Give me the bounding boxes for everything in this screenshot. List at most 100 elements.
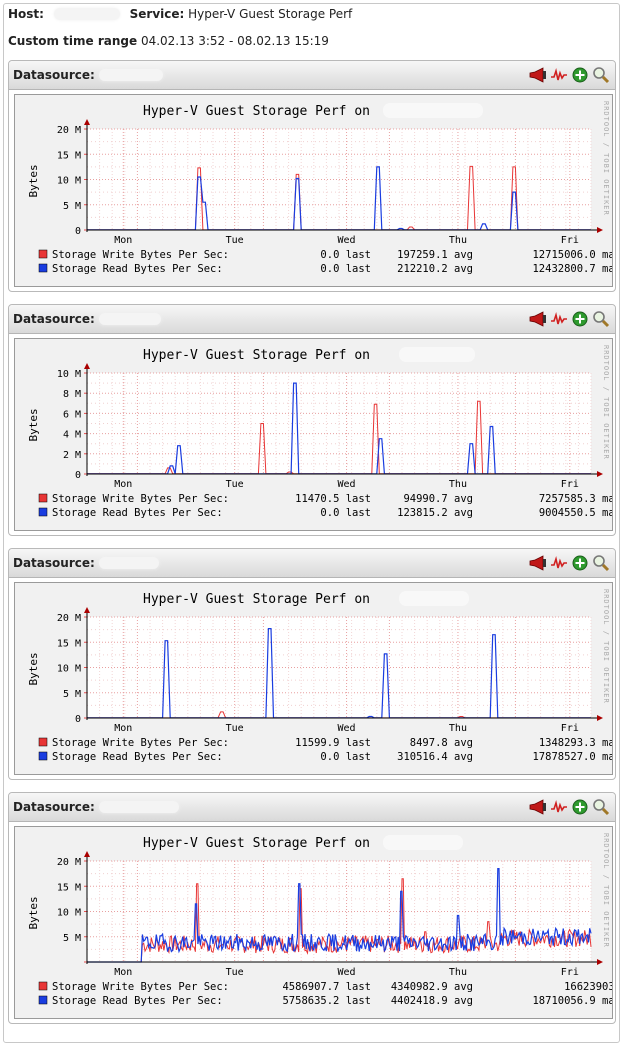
zoom-icon[interactable]: [592, 310, 610, 328]
legend-max: 12432800.7 max: [532, 263, 612, 275]
legend-label: Storage Read Bytes Per Sec:: [52, 751, 223, 763]
graph-title: Hyper-V Guest Storage Perf on: [143, 836, 370, 851]
host-name-redacted: [399, 591, 469, 606]
legend-avg: 4402418.9 avg: [391, 995, 473, 1007]
legend-label: Storage Write Bytes Per Sec:: [52, 493, 229, 505]
x-day-label: Fri: [561, 967, 579, 978]
graph-title: Hyper-V Guest Storage Perf on: [143, 104, 370, 119]
add-icon[interactable]: [571, 798, 589, 816]
legend-max: 9004550.5 max: [539, 507, 612, 519]
graph-line-icon[interactable]: [550, 310, 568, 328]
y-axis-label: Bytes: [27, 408, 40, 441]
datasource-panel: Datasource: Hyper-V Guest Storage Perf on…: [8, 548, 616, 780]
zoom-icon[interactable]: [592, 66, 610, 84]
x-day-label: Mon: [114, 723, 132, 734]
add-icon[interactable]: [571, 66, 589, 84]
legend-label: Storage Write Bytes Per Sec:: [52, 249, 229, 261]
panel-actions: [529, 554, 610, 572]
x-day-label: Tue: [226, 967, 244, 978]
alert-horn-icon[interactable]: [529, 310, 547, 328]
legend-last: 0.0 last: [320, 507, 371, 519]
service-value: Hyper-V Guest Storage Perf: [188, 7, 353, 21]
host-value-redacted: [53, 8, 120, 20]
alert-horn-icon[interactable]: [529, 554, 547, 572]
panel-header: Datasource:: [9, 549, 615, 578]
y-tick-label: 10 M: [57, 369, 81, 380]
legend-last: 0.0 last: [320, 751, 371, 763]
x-day-label: Fri: [561, 479, 579, 490]
x-day-label: Wed: [338, 235, 356, 246]
x-day-label: Tue: [226, 723, 244, 734]
legend-avg: 8497.8 avg: [410, 737, 473, 749]
x-day-label: Wed: [338, 723, 356, 734]
host-name-redacted: [399, 347, 475, 362]
y-tick-label: 10 M: [57, 176, 81, 187]
legend-write-swatch: [38, 249, 48, 259]
graph-canvas: Hyper-V Guest Storage Perf on RRDTOOL / T…: [27, 833, 612, 1007]
datasource-panel: Datasource: Hyper-V Guest Storage Perf on…: [8, 792, 616, 1024]
alert-horn-icon[interactable]: [529, 66, 547, 84]
legend-avg: 4340982.9 avg: [391, 981, 473, 993]
graph-title: Hyper-V Guest Storage Perf on: [143, 348, 370, 363]
graph-title: Hyper-V Guest Storage Perf on: [143, 592, 370, 607]
zoom-icon[interactable]: [592, 798, 610, 816]
legend-last: 11470.5 last: [295, 493, 371, 505]
datasource-name-redacted: [98, 69, 163, 81]
y-tick-label: 15 M: [57, 150, 81, 161]
y-tick-label: 8 M: [63, 389, 81, 400]
legend-avg: 212210.2 avg: [397, 263, 473, 275]
datasource-panel: Datasource: Hyper-V Guest Storage Perf on…: [8, 60, 616, 292]
graph-line-icon[interactable]: [550, 798, 568, 816]
legend-read-swatch: [38, 263, 48, 273]
legend-max: 16623903.: [564, 981, 612, 993]
time-range-value: 04.02.13 3:52 - 08.02.13 15:19: [140, 34, 329, 48]
y-tick-label: 10 M: [57, 664, 81, 675]
legend-last: 5758635.2 last: [282, 995, 371, 1007]
x-day-label: Fri: [561, 723, 579, 734]
x-day-label: Thu: [449, 967, 467, 978]
legend-write-swatch: [38, 737, 48, 747]
host-label: Host:: [8, 7, 44, 21]
legend-max: 17878527.0 max: [532, 751, 612, 763]
alert-horn-icon[interactable]: [529, 798, 547, 816]
legend-max: 18710056.9 max: [532, 995, 612, 1007]
x-day-label: Thu: [449, 723, 467, 734]
rrdtool-credit: RRDTOOL / TOBI OETIKER: [602, 101, 610, 216]
panel-header: Datasource:: [9, 793, 615, 822]
legend-write-swatch: [38, 493, 48, 503]
rrd-graph: Hyper-V Guest Storage Perf on RRDTOOL / T…: [14, 338, 613, 531]
host-name-redacted: [383, 103, 483, 118]
graph-canvas: Hyper-V Guest Storage Perf on RRDTOOL / T…: [27, 345, 612, 519]
host-service-line: Host: Service: Hyper-V Guest Storage Per…: [8, 7, 352, 21]
zoom-icon[interactable]: [592, 554, 610, 572]
graph-line-icon[interactable]: [550, 66, 568, 84]
add-icon[interactable]: [571, 554, 589, 572]
panel-actions: [529, 310, 610, 328]
legend-max: 12715006.0 max: [532, 249, 612, 261]
panel-header: Datasource:: [9, 305, 615, 334]
add-icon[interactable]: [571, 310, 589, 328]
y-tick-label: 2 M: [63, 450, 81, 461]
x-day-label: Fri: [561, 235, 579, 246]
y-tick-label: 4 M: [63, 430, 81, 441]
x-day-label: Mon: [114, 235, 132, 246]
legend-read-swatch: [38, 751, 48, 761]
rrd-graph: Hyper-V Guest Storage Perf on RRDTOOL / T…: [14, 94, 613, 287]
rrdtool-credit: RRDTOOL / TOBI OETIKER: [602, 589, 610, 704]
rrdtool-credit: RRDTOOL / TOBI OETIKER: [602, 833, 610, 948]
x-day-label: Wed: [338, 967, 356, 978]
datasource-name-redacted: [98, 557, 159, 569]
y-tick-label: 20 M: [57, 125, 81, 136]
panel-actions: [529, 66, 610, 84]
x-day-label: Mon: [114, 479, 132, 490]
graph-canvas: Hyper-V Guest Storage Perf on RRDTOOL / T…: [27, 101, 612, 275]
y-tick-label: 10 M: [57, 908, 81, 919]
graph-canvas: Hyper-V Guest Storage Perf on RRDTOOL / T…: [27, 589, 612, 763]
graph-line-icon[interactable]: [550, 554, 568, 572]
legend-label: Storage Read Bytes Per Sec:: [52, 263, 223, 275]
legend-max: 1348293.3 max: [539, 737, 612, 749]
x-day-label: Mon: [114, 967, 132, 978]
legend-write-swatch: [38, 981, 48, 991]
rrd-graph: Hyper-V Guest Storage Perf on RRDTOOL / T…: [14, 826, 613, 1019]
datasource-label: Datasource:: [13, 68, 95, 82]
